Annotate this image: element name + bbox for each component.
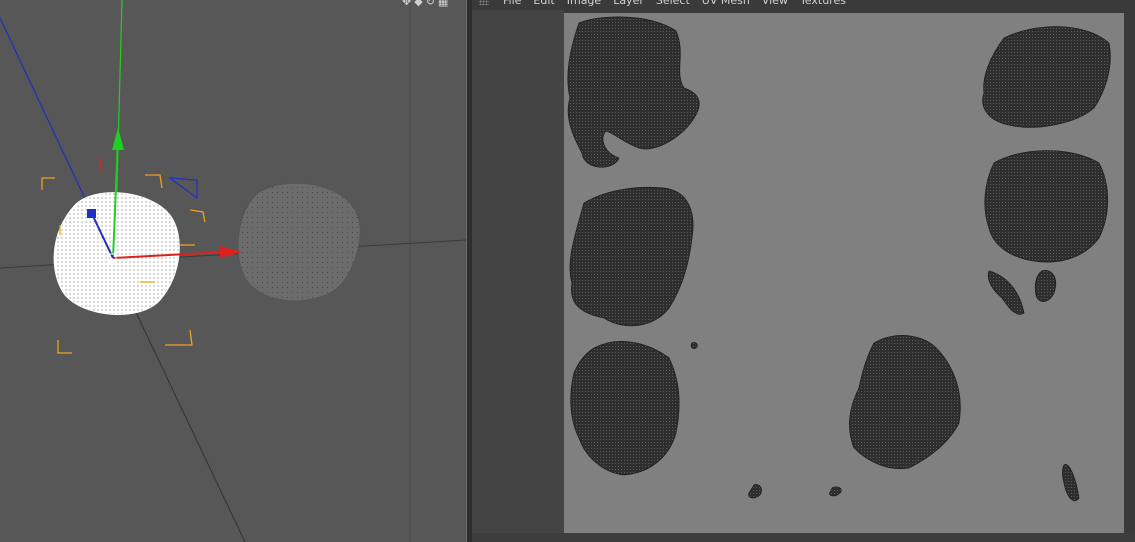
uv-canvas[interactable] [564, 13, 1124, 533]
uv-island [982, 26, 1111, 128]
rotate-icon[interactable]: ◆ [414, 0, 422, 8]
uv-island [1034, 270, 1057, 302]
uv-side-panel [472, 10, 564, 542]
selected-rock-mesh [53, 192, 180, 316]
camera-icon[interactable]: ↻ [426, 0, 435, 8]
uv-menubar: File Edit Image Layer Select UV Mesh Vie… [472, 0, 852, 8]
viewport-icon-bar: ✥ ◆ ↻ ▦ [402, 0, 448, 8]
uv-island [1062, 464, 1080, 502]
uv-islands [567, 16, 1111, 502]
uv-island [849, 335, 961, 470]
menu-edit[interactable]: Edit [527, 0, 560, 8]
world-z-axis [0, 17, 89, 206]
menu-view[interactable]: View [756, 0, 794, 8]
move-icon[interactable]: ✥ [402, 0, 411, 8]
menu-textures[interactable]: Textures [794, 0, 852, 8]
grip-icon[interactable] [479, 0, 489, 5]
uv-island [690, 342, 698, 349]
uv-island [569, 186, 694, 327]
uv-island [829, 486, 842, 497]
gizmo-y-arrow [112, 128, 124, 150]
uv-status-strip [472, 533, 1135, 542]
uv-island [570, 341, 680, 476]
menu-uv-mesh[interactable]: UV Mesh [696, 0, 756, 8]
uv-island [984, 150, 1109, 263]
uv-editor: File Edit Image Layer Select UV Mesh Vie… [472, 0, 1135, 542]
uv-island [748, 484, 762, 499]
second-rock-mesh [237, 182, 361, 302]
3d-viewport[interactable]: ✥ ◆ ↻ ▦ [0, 0, 466, 542]
layout-icon[interactable]: ▦ [438, 0, 448, 8]
menu-image[interactable]: Image [561, 0, 607, 8]
menu-select[interactable]: Select [650, 0, 696, 8]
menu-layer[interactable]: Layer [607, 0, 650, 8]
bbox-handle-blue [167, 177, 198, 200]
viewport-scene [0, 0, 466, 542]
uv-island [567, 16, 700, 168]
menu-file[interactable]: File [497, 0, 527, 8]
uv-island [987, 270, 1025, 315]
gizmo-z-handle [87, 209, 96, 218]
